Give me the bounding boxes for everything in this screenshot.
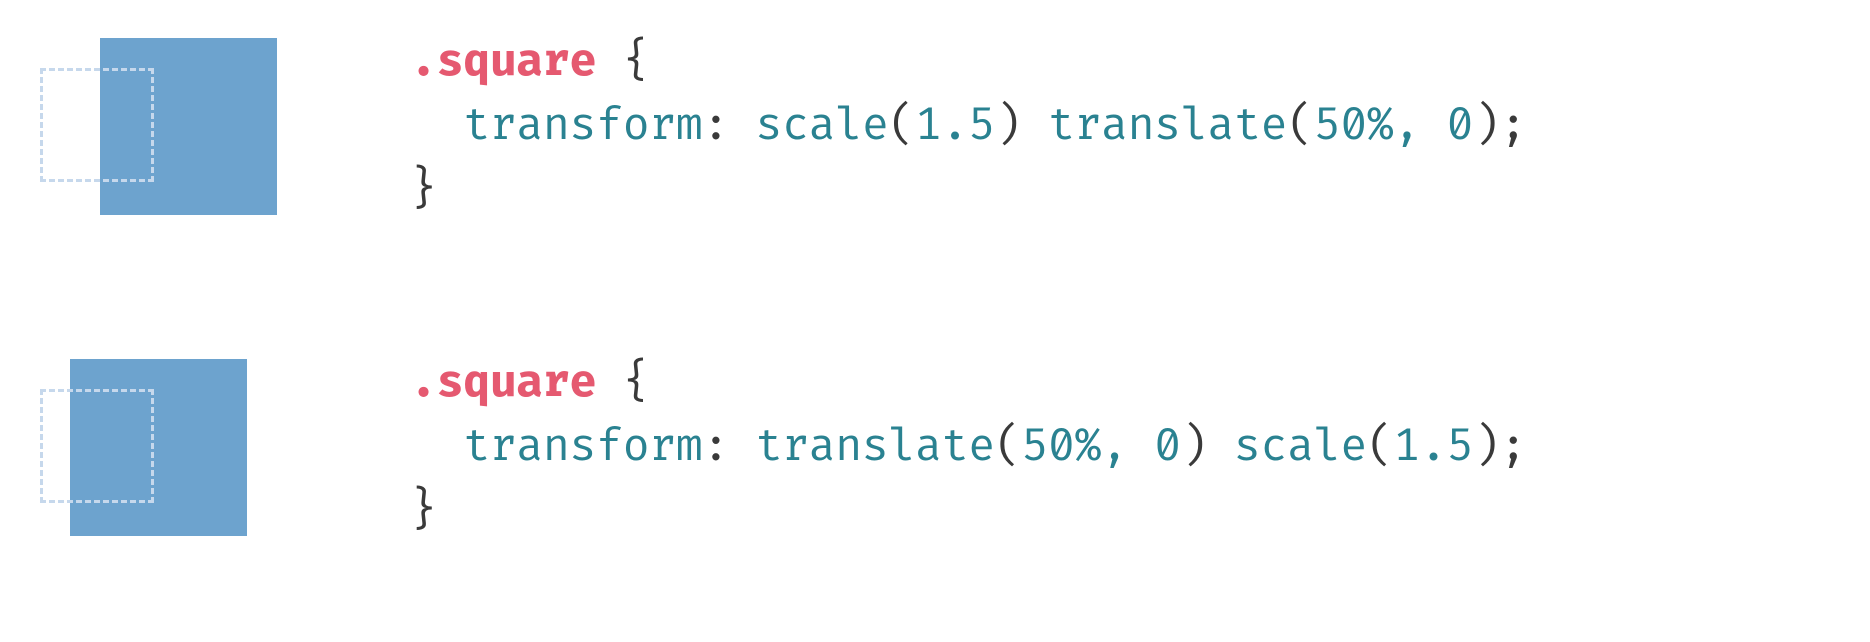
close-paren: ) (1473, 98, 1500, 153)
open-brace: { (623, 34, 650, 89)
close-brace: } (410, 162, 437, 217)
fn-args: 50%, 0 (1314, 98, 1473, 153)
css-property: transform (463, 98, 702, 153)
fn-args: 1.5 (1393, 419, 1473, 474)
css-property: transform (463, 419, 702, 474)
open-paren: ( (888, 98, 915, 153)
open-brace: { (623, 355, 650, 410)
fn-name: translate (756, 419, 995, 474)
code-snippet-1: .square { transform: scale(1.5) translat… (410, 30, 1830, 221)
open-paren: ( (1287, 98, 1314, 153)
code-snippet-2: .square { transform: translate(50%, 0) s… (410, 351, 1830, 542)
css-selector: .square (410, 34, 596, 89)
example-row-1: .square { transform: scale(1.5) translat… (40, 30, 1830, 221)
semicolon: ; (1500, 419, 1527, 474)
close-paren: ) (995, 98, 1022, 153)
fn-name: scale (756, 98, 889, 153)
colon: : (702, 98, 729, 153)
fn-args: 1.5 (915, 98, 995, 153)
fn-name: scale (1234, 419, 1367, 474)
example-row-2: .square { transform: translate(50%, 0) s… (40, 351, 1830, 542)
origin-outline (40, 389, 154, 503)
close-paren: ) (1473, 419, 1500, 474)
fn-name: translate (1048, 98, 1287, 153)
fn-args: 50%, 0 (1021, 419, 1180, 474)
open-paren: ( (995, 419, 1022, 474)
open-paren: ( (1367, 419, 1394, 474)
semicolon: ; (1500, 98, 1527, 153)
close-paren: ) (1181, 419, 1208, 474)
close-brace: } (410, 483, 437, 538)
colon: : (702, 419, 729, 474)
css-selector: .square (410, 355, 596, 410)
origin-outline (40, 68, 154, 182)
